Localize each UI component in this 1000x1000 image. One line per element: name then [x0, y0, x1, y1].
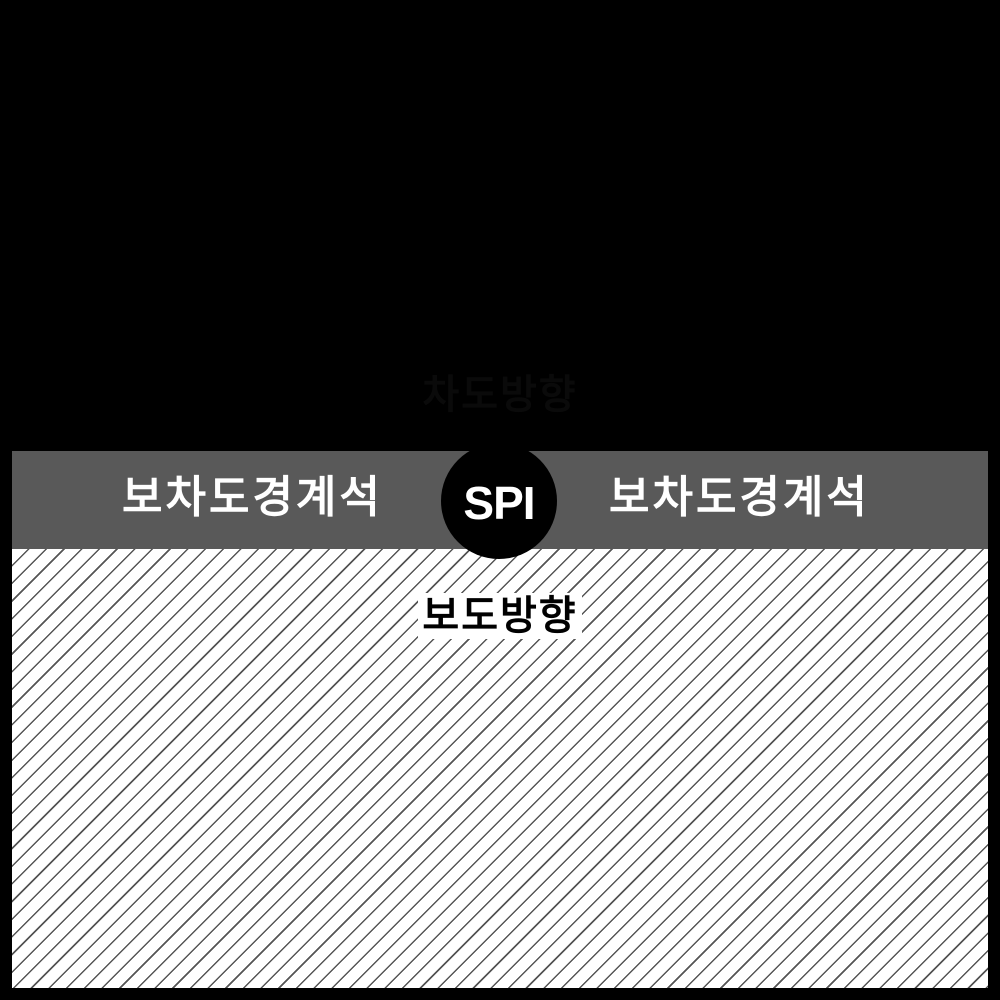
sidewalk-direction-label: 보도방향 [12, 583, 988, 641]
diagram-canvas: 차도방향 보차도경계석 보차도경계석 보도방향 SPI [12, 12, 988, 988]
diagram-frame: 차도방향 보차도경계석 보차도경계석 보도방향 SPI [0, 0, 1000, 1000]
roadway-direction-label: 차도방향 [422, 372, 578, 418]
curbstone-label-right: 보차도경계석 [609, 472, 870, 523]
spi-logo: SPI [441, 443, 557, 559]
sidewalk-direction-text: 보도방향 [418, 593, 582, 639]
spi-logo-mark: SPI [463, 477, 535, 529]
spi-logo-text: SPI [463, 477, 534, 529]
curbstone-label-left: 보차도경계석 [122, 472, 383, 523]
roadway-area: 차도방향 [12, 12, 988, 451]
sidewalk-area: 보도방향 [12, 549, 988, 988]
